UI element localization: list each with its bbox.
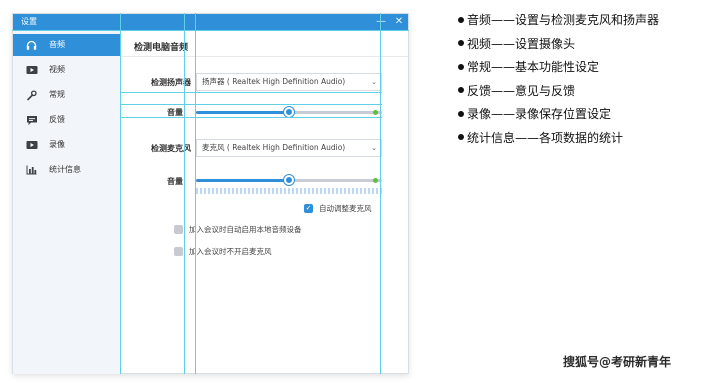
minimize-button[interactable]: —: [375, 15, 387, 29]
checkbox-checked-icon[interactable]: ✓: [304, 203, 313, 213]
checkbox-unchecked-icon[interactable]: [174, 224, 183, 234]
speaker-select-value: 扬声器 ( Realtek High Definition Audio): [202, 77, 346, 86]
settings-window: 设置 — ✕ 音频 视频 常规 反馈 录像 统计信息 检测电脑音频 检测扬声器 …: [12, 13, 409, 374]
sidebar-item-video[interactable]: 视频: [13, 59, 121, 81]
list-item: 统计信息——各项数据的统计: [458, 126, 714, 150]
bullet-icon: [458, 40, 464, 47]
sidebar-item-label: 统计信息: [49, 165, 81, 174]
section-title: 检测电脑音频: [134, 43, 189, 53]
slider-thumb[interactable]: [284, 175, 294, 185]
sidebar-item-audio[interactable]: 音频: [13, 34, 121, 56]
section-divider: [122, 56, 408, 57]
bar-chart-icon: [25, 164, 38, 176]
sidebar-item-label: 视频: [49, 65, 65, 74]
mic-select-value: 麦克风 ( Realtek High Definition Audio): [202, 143, 346, 152]
list-item: 常规——基本功能性设定: [458, 55, 714, 79]
chat-bubble-icon: [25, 114, 38, 126]
list-item: 视频——设置摄像头: [458, 32, 714, 56]
sidebar-item-recording[interactable]: 录像: [13, 134, 121, 156]
guide-line: [380, 13, 381, 374]
guide-line: [184, 13, 185, 374]
checkbox-label: 加入会议时自动启用本地音频设备: [189, 224, 302, 234]
mic-label: 检测麦克风: [151, 144, 191, 153]
watermark: 搜狐号@考研新青年: [563, 355, 672, 369]
sidebar-item-statistics[interactable]: 统计信息: [13, 159, 121, 181]
bullet-icon: [458, 16, 464, 23]
list-item: 音频——设置与检测麦克风和扬声器: [458, 8, 714, 32]
checkbox-unchecked-icon[interactable]: [174, 246, 183, 256]
mic-level-meter: [196, 188, 382, 194]
guide-line: [120, 13, 121, 374]
slider-fill: [196, 179, 289, 182]
bullet-icon: [458, 110, 464, 117]
record-icon: [25, 139, 38, 151]
note-text: 录像——录像保存位置设定: [467, 107, 612, 122]
chevron-down-icon: ⌄: [371, 78, 377, 86]
mic-select[interactable]: 麦克风 ( Realtek High Definition Audio) ⌄: [196, 139, 382, 157]
headphones-icon: [25, 39, 38, 51]
video-camera-icon: [25, 64, 38, 76]
checkbox-label: 自动调整麦克风: [319, 203, 372, 213]
note-text: 音频——设置与检测麦克风和扬声器: [467, 13, 660, 28]
title-bar: 设置 — ✕: [13, 14, 408, 31]
checkbox-label: 加入会议时不开启麦克风: [189, 246, 272, 256]
mic-volume-label: 音量: [167, 177, 183, 186]
bullet-icon: [458, 87, 464, 94]
sidebar-item-label: 音频: [49, 40, 65, 49]
chevron-down-icon: ⌄: [371, 144, 377, 152]
note-text: 反馈——意见与反馈: [467, 83, 576, 98]
slider-thumb[interactable]: [284, 107, 294, 117]
guide-line: [120, 104, 382, 105]
slider-fill: [196, 111, 289, 114]
mic-volume-slider[interactable]: [196, 173, 382, 187]
mute-mic-on-join-option[interactable]: 加入会议时不开启麦克风: [174, 245, 272, 257]
level-indicator-icon: [373, 178, 378, 183]
close-button[interactable]: ✕: [393, 15, 405, 29]
speaker-select[interactable]: 扬声器 ( Realtek High Definition Audio) ⌄: [196, 73, 382, 91]
bullet-icon: [458, 134, 464, 141]
auto-enable-local-audio-option[interactable]: 加入会议时自动启用本地音频设备: [174, 223, 302, 235]
auto-adjust-mic-option[interactable]: ✓ 自动调整麦克风: [304, 202, 372, 214]
sidebar-item-label: 录像: [49, 140, 65, 149]
speaker-label: 检测扬声器: [151, 78, 191, 87]
bullet-icon: [458, 63, 464, 70]
note-text: 常规——基本功能性设定: [467, 60, 600, 75]
level-indicator-icon: [373, 110, 378, 115]
sidebar-item-label: 常规: [49, 90, 65, 99]
guide-line: [120, 117, 382, 118]
settings-sidebar: 音频 视频 常规 反馈 录像 统计信息: [13, 31, 121, 374]
list-item: 反馈——意见与反馈: [458, 79, 714, 103]
guide-line: [120, 92, 382, 93]
feature-notes: 音频——设置与检测麦克风和扬声器 视频——设置摄像头 常规——基本功能性设定 反…: [458, 8, 714, 149]
window-title: 设置: [21, 17, 37, 26]
wrench-icon: [25, 89, 38, 101]
note-text: 视频——设置摄像头: [467, 36, 576, 51]
guide-line: [12, 30, 409, 31]
sidebar-item-feedback[interactable]: 反馈: [13, 109, 121, 131]
guide-line: [195, 13, 196, 374]
sidebar-item-general[interactable]: 常规: [13, 84, 121, 106]
sidebar-item-label: 反馈: [49, 115, 65, 124]
note-text: 统计信息——各项数据的统计: [467, 130, 624, 145]
list-item: 录像——录像保存位置设定: [458, 102, 714, 126]
